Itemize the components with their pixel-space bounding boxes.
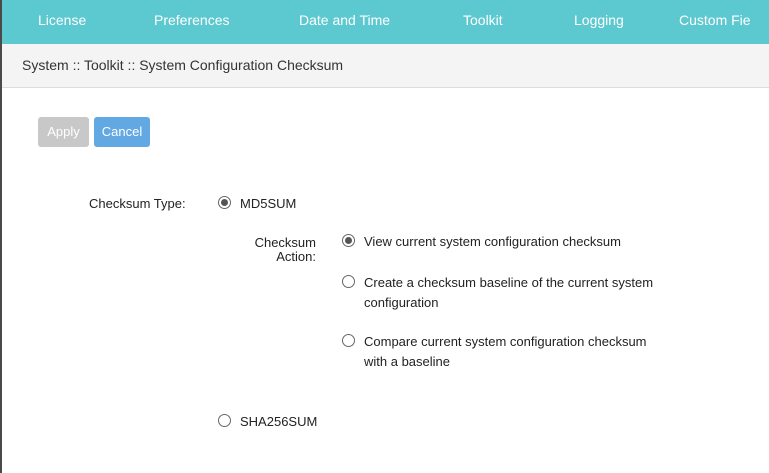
compare-baseline-label: Compare current system configuration che… — [364, 332, 704, 372]
cancel-button[interactable]: Cancel — [94, 117, 150, 147]
checksum-type-label: Checksum Type: — [89, 196, 186, 211]
nav-license[interactable]: License — [38, 12, 86, 28]
radio-unselected-icon[interactable] — [218, 414, 231, 427]
create-baseline-line1: Create a checksum baseline of the curren… — [364, 275, 654, 290]
top-navigation: License Preferences Date and Time Toolki… — [2, 0, 769, 44]
radio-selected-icon[interactable] — [342, 234, 355, 247]
view-checksum-label: View current system configuration checks… — [364, 234, 621, 249]
nav-date-and-time[interactable]: Date and Time — [299, 12, 390, 28]
radio-selected-icon[interactable] — [218, 196, 231, 209]
apply-button[interactable]: Apply — [38, 117, 89, 147]
breadcrumb-bar: System :: Toolkit :: System Configuratio… — [2, 44, 769, 88]
nav-preferences[interactable]: Preferences — [154, 12, 229, 28]
checksum-action-label-line2: Action: — [276, 249, 316, 264]
compare-baseline-line1: Compare current system configuration che… — [364, 334, 647, 349]
checksum-action-label: Checksum Action: — [230, 236, 316, 264]
sha256sum-label: SHA256SUM — [240, 414, 318, 429]
nav-custom-fields[interactable]: Custom Fie — [679, 12, 751, 28]
breadcrumb: System :: Toolkit :: System Configuratio… — [22, 57, 344, 73]
nav-toolkit[interactable]: Toolkit — [463, 12, 503, 28]
radio-unselected-icon[interactable] — [342, 275, 355, 288]
radio-unselected-icon[interactable] — [342, 334, 355, 347]
create-baseline-label: Create a checksum baseline of the curren… — [364, 273, 704, 313]
create-baseline-line2: configuration — [364, 295, 439, 310]
nav-logging[interactable]: Logging — [574, 12, 624, 28]
md5sum-label: MD5SUM — [240, 196, 297, 211]
checksum-action-label-line1: Checksum — [254, 235, 316, 250]
compare-baseline-line2: with a baseline — [364, 354, 450, 369]
